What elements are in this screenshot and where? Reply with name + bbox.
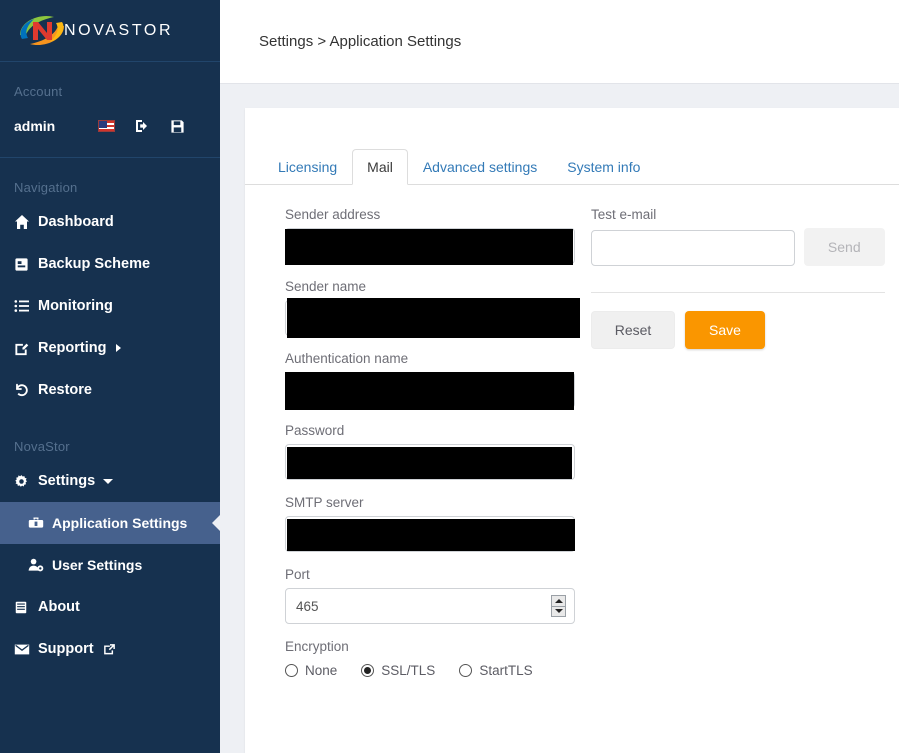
mail-settings-form: Sender address Sender name Authenticatio… <box>245 185 899 693</box>
sidebar-item-about[interactable]: About <box>0 586 220 628</box>
sidebar-item-application-settings[interactable]: Application Settings <box>0 502 220 544</box>
tab-advanced-settings[interactable]: Advanced settings <box>408 149 552 185</box>
book-icon <box>14 600 38 615</box>
sidebar-section-account: Account <box>14 84 63 99</box>
sidebar-item-label: User Settings <box>52 557 143 573</box>
sidebar-item-label: Backup Scheme <box>38 256 151 272</box>
sidebar-section-navigation: Navigation <box>14 180 78 195</box>
sidebar-item-support[interactable]: Support <box>0 628 220 670</box>
sidebar-item-label: Monitoring <box>38 298 113 314</box>
field-label: Encryption <box>285 639 349 654</box>
save-icon[interactable] <box>170 119 206 134</box>
brand-logo[interactable]: NOVASTOR <box>0 0 220 62</box>
sidebar-item-label: Reporting <box>38 340 107 356</box>
radio-indicator <box>459 664 473 677</box>
sidebar-item-label: Restore <box>38 382 92 398</box>
toolbox-icon <box>28 515 52 531</box>
edit-icon <box>14 341 38 356</box>
field-label: Password <box>285 423 345 438</box>
clipboard-icon <box>14 257 38 272</box>
breadcrumb: Settings > Application Settings <box>259 33 462 50</box>
list-icon <box>14 298 38 314</box>
form-left-column: Sender address Sender name Authenticatio… <box>245 207 580 693</box>
field-label: Sender name <box>285 279 367 294</box>
sidebar-item-label: Support <box>38 641 94 657</box>
field-label: SMTP server <box>285 495 364 510</box>
sidebar-item-backup-scheme[interactable]: Backup Scheme <box>0 243 220 285</box>
password-input[interactable] <box>285 444 575 480</box>
logout-icon[interactable] <box>134 118 170 134</box>
field-label: Authentication name <box>285 351 409 366</box>
brand-name: NOVASTOR <box>64 21 174 39</box>
radio-label: StartTLS <box>479 663 533 678</box>
test-email-input[interactable] <box>591 230 795 266</box>
radio-indicator <box>361 664 375 677</box>
port-input[interactable] <box>285 588 575 624</box>
sidebar-item-restore[interactable]: Restore <box>0 369 220 411</box>
port-stepper[interactable] <box>551 595 566 617</box>
tab-system-info[interactable]: System info <box>552 149 655 185</box>
sidebar-section-novastor: NovaStor <box>14 439 70 454</box>
stepper-down-icon[interactable] <box>552 606 565 616</box>
home-icon <box>14 214 38 230</box>
form-right-column: Test e-mail Send Reset Save <box>575 207 885 693</box>
chevron-right-icon <box>116 344 122 352</box>
save-button[interactable]: Save <box>685 311 765 349</box>
authentication-name-input[interactable] <box>285 372 575 408</box>
chevron-down-icon <box>103 478 114 484</box>
sidebar: NOVASTOR Account admin Navigation Dashbo… <box>0 0 220 753</box>
sender-address-input[interactable] <box>285 228 575 264</box>
radio-encryption-ssl-tls[interactable]: SSL/TLS <box>361 663 435 678</box>
stepper-up-icon[interactable] <box>552 596 565 607</box>
sidebar-item-user-settings[interactable]: User Settings <box>0 544 220 586</box>
field-password: Password <box>285 423 575 480</box>
gear-icon <box>14 474 38 489</box>
sidebar-item-label: Dashboard <box>38 214 114 230</box>
field-port: Port <box>285 567 575 624</box>
encryption-radio-group: None SSL/TLS StartTLS <box>285 663 575 678</box>
undo-icon <box>14 382 38 398</box>
sidebar-item-label: Settings <box>38 473 96 489</box>
sidebar-item-monitoring[interactable]: Monitoring <box>0 285 220 327</box>
tab-licensing[interactable]: Licensing <box>263 149 352 185</box>
tab-mail[interactable]: Mail <box>352 149 408 185</box>
field-sender-address: Sender address <box>285 207 575 265</box>
smtp-server-input[interactable] <box>285 516 575 552</box>
tab-bar: Licensing Mail Advanced settings System … <box>245 108 899 185</box>
field-label: Test e-mail <box>591 207 657 222</box>
sidebar-item-dashboard[interactable]: Dashboard <box>0 201 220 243</box>
field-authentication-name: Authentication name <box>285 351 575 410</box>
sender-name-input[interactable] <box>285 300 575 336</box>
sidebar-item-label: Application Settings <box>52 515 188 531</box>
field-label: Sender address <box>285 207 381 222</box>
top-bar: Settings > Application Settings <box>220 0 899 84</box>
main-content: Settings > Application Settings Licensin… <box>220 0 899 753</box>
novastor-logo-icon <box>14 11 70 51</box>
settings-card: Licensing Mail Advanced settings System … <box>245 108 899 753</box>
section-divider <box>591 292 885 293</box>
account-row: admin <box>0 105 220 147</box>
application-window: NOVASTOR Account admin Navigation Dashbo… <box>0 0 899 753</box>
language-flag-icon[interactable] <box>98 120 134 132</box>
radio-indicator <box>285 664 298 677</box>
sidebar-item-settings[interactable]: Settings <box>0 460 220 502</box>
form-actions: Reset Save <box>591 311 885 349</box>
radio-encryption-none[interactable]: None <box>285 663 337 678</box>
send-test-email-button[interactable]: Send <box>803 228 885 266</box>
field-smtp-server: SMTP server <box>285 495 575 552</box>
field-test-email: Test e-mail Send <box>591 207 885 266</box>
reset-button[interactable]: Reset <box>591 311 675 349</box>
field-sender-name: Sender name <box>285 279 580 338</box>
field-encryption: Encryption None SSL/TLS StartTLS <box>285 639 575 678</box>
radio-label: SSL/TLS <box>381 663 436 678</box>
envelope-icon <box>14 643 38 656</box>
sidebar-item-reporting[interactable]: Reporting <box>0 327 220 369</box>
radio-encryption-starttls[interactable]: StartTLS <box>459 663 533 678</box>
field-label: Port <box>285 567 310 582</box>
external-link-icon <box>103 643 116 656</box>
sidebar-item-label: About <box>38 599 80 615</box>
radio-label: None <box>305 663 338 678</box>
user-gear-icon <box>28 557 52 573</box>
account-username: admin <box>14 118 56 134</box>
